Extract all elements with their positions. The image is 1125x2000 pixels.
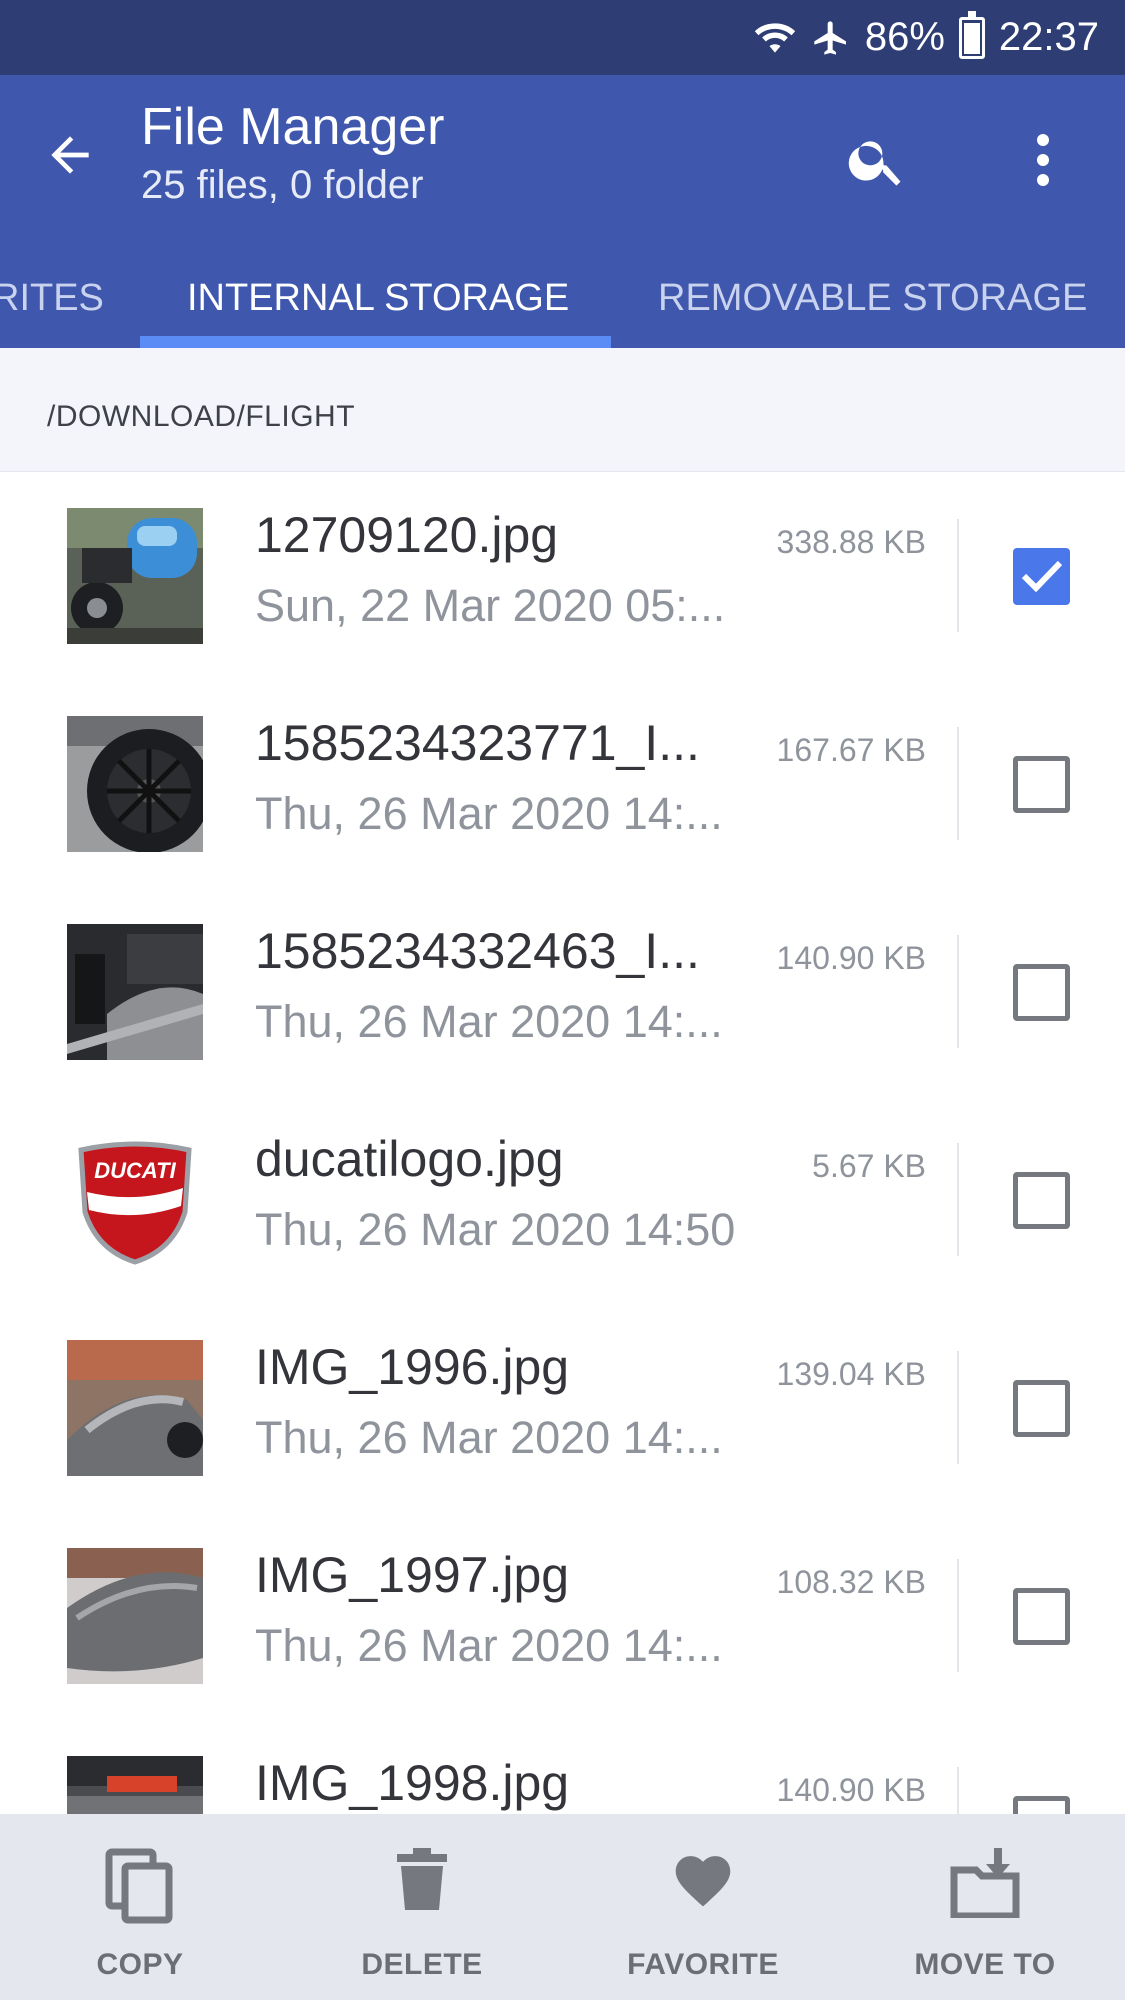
checkmark-icon	[1021, 560, 1063, 593]
file-name: IMG_1996.jpg	[255, 1339, 570, 1395]
arrow-left-icon	[51, 136, 89, 174]
file-date: Thu, 26 Mar 2020 14:...	[255, 996, 723, 1047]
wifi-icon	[753, 16, 797, 60]
move-to-button[interactable]: MOVE TO	[870, 1814, 1100, 2000]
clock: 22:37	[998, 15, 1099, 59]
page-subtitle: 25 files, 0 folder	[141, 163, 424, 207]
divider	[957, 727, 959, 840]
back-button[interactable]	[30, 115, 110, 195]
divider	[957, 1559, 959, 1672]
path-bar: /DOWNLOAD/FLIGHT	[0, 348, 1125, 472]
list-item[interactable]: 12709120.jpg Sun, 22 Mar 2020 05:... 338…	[0, 472, 1125, 680]
status-bar: 86% 22:37	[0, 0, 1125, 75]
file-size: 139.04 KB	[776, 1356, 926, 1392]
file-thumbnail	[67, 508, 203, 644]
airplane-mode-icon	[811, 18, 851, 58]
move-to-folder-icon	[950, 1848, 1020, 1918]
file-name: 1585234332463_I...	[255, 923, 700, 979]
file-checkbox[interactable]	[1013, 1588, 1070, 1645]
search-icon	[848, 141, 901, 186]
breadcrumb[interactable]: /DOWNLOAD/FLIGHT	[47, 400, 355, 434]
divider	[957, 519, 959, 632]
file-list: 12709120.jpg Sun, 22 Mar 2020 05:... 338…	[0, 472, 1125, 1814]
divider	[957, 1767, 959, 1814]
list-item[interactable]: IMG_1996.jpg Thu, 26 Mar 2020 14:... 139…	[0, 1304, 1125, 1512]
app-bar: File Manager 25 files, 0 folder	[0, 75, 1125, 275]
copy-icon	[105, 1848, 173, 1924]
file-thumbnail	[67, 1548, 203, 1684]
file-checkbox[interactable]	[1013, 756, 1070, 813]
file-thumbnail	[67, 1340, 203, 1476]
file-date: Thu, 26 Mar 2020 14:...	[255, 1412, 723, 1463]
list-item[interactable]: 1585234323771_I... Thu, 26 Mar 2020 14:.…	[0, 680, 1125, 888]
list-item[interactable]: IMG_1997.jpg Thu, 26 Mar 2020 14:... 108…	[0, 1512, 1125, 1720]
divider	[957, 1143, 959, 1256]
file-name: 12709120.jpg	[255, 507, 559, 563]
more-options-button[interactable]	[1003, 115, 1083, 205]
tab-indicator	[140, 336, 611, 348]
more-vertical-icon	[1037, 134, 1049, 186]
file-size: 140.90 KB	[776, 940, 926, 976]
file-date: Thu, 26 Mar 2020 14:...	[255, 788, 723, 839]
file-size: 167.67 KB	[776, 732, 926, 768]
file-date: Thu, 26 Mar 2020 14:50	[255, 1204, 736, 1255]
ducati-logo-text: DUCATI	[94, 1158, 176, 1183]
list-item[interactable]: DUCATI ducatilogo.jpg Thu, 26 Mar 2020 1…	[0, 1096, 1125, 1304]
file-name: IMG_1997.jpg	[255, 1547, 570, 1603]
file-size: 338.88 KB	[776, 524, 926, 560]
battery-percent: 86%	[864, 15, 945, 59]
file-name: 1585234323771_I...	[255, 715, 700, 771]
file-date: Thu, 26 Mar 2020 14:...	[255, 1620, 723, 1671]
battery-icon	[958, 10, 985, 59]
bottom-action-bar: COPY DELETE FAVORITE MOVE TO	[0, 1814, 1125, 2000]
list-item[interactable]: 1585234332463_I... Thu, 26 Mar 2020 14:.…	[0, 888, 1125, 1096]
file-date: Sun, 22 Mar 2020 05:...	[255, 580, 726, 631]
file-checkbox-checked[interactable]	[1013, 548, 1070, 605]
file-thumbnail	[67, 924, 203, 1060]
storage-tabs: RITES INTERNAL STORAGE REMOVABLE STORAGE	[0, 275, 1125, 348]
file-checkbox[interactable]	[1013, 1380, 1070, 1437]
copy-label: COPY	[96, 1948, 184, 1981]
search-button[interactable]	[832, 115, 922, 205]
file-checkbox[interactable]	[1013, 1796, 1070, 1814]
trash-icon	[397, 1848, 447, 1910]
file-size: 140.90 KB	[776, 1772, 926, 1808]
file-checkbox[interactable]	[1013, 1172, 1070, 1229]
divider	[957, 1351, 959, 1464]
tab-removable-storage[interactable]: REMOVABLE STORAGE	[658, 275, 1087, 348]
delete-label: DELETE	[361, 1948, 483, 1981]
favorite-button[interactable]: FAVORITE	[588, 1814, 818, 2000]
heart-icon	[675, 1856, 731, 1907]
file-name: ducatilogo.jpg	[255, 1131, 564, 1187]
file-size: 108.32 KB	[776, 1564, 926, 1600]
tab-favorites[interactable]: RITES	[0, 275, 104, 348]
file-name: IMG_1998.jpg	[255, 1755, 570, 1811]
page-title: File Manager	[141, 98, 445, 156]
copy-button[interactable]: COPY	[25, 1814, 255, 2000]
favorite-label: FAVORITE	[627, 1948, 779, 1981]
file-checkbox[interactable]	[1013, 964, 1070, 1021]
divider	[957, 935, 959, 1048]
file-thumbnail	[67, 1756, 203, 1814]
list-item[interactable]: IMG_1998.jpg 140.90 KB	[0, 1720, 1125, 1814]
move-to-label: MOVE TO	[914, 1948, 1056, 1981]
file-thumbnail: DUCATI	[67, 1132, 203, 1268]
file-thumbnail	[67, 716, 203, 852]
file-size: 5.67 KB	[812, 1148, 926, 1184]
delete-button[interactable]: DELETE	[307, 1814, 537, 2000]
